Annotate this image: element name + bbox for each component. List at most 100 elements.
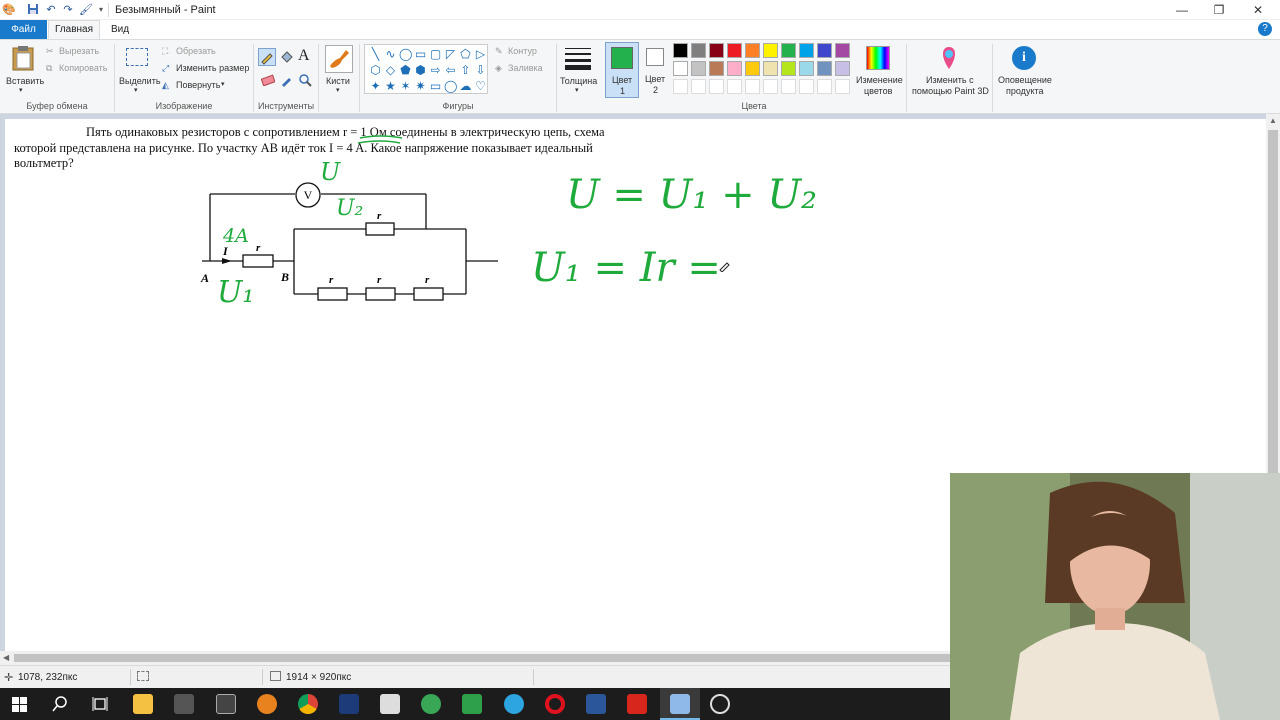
palette-swatch[interactable] [673, 43, 688, 58]
outline-button[interactable]: Контур [508, 46, 537, 56]
palette-swatch[interactable] [745, 79, 760, 94]
shapes-gallery[interactable]: ╲ ∿ ◯ ▭ ▢ ◸ ⬠ ▷ ⬡ ◇ ⬟ ⬢ ⇨ ⇦ ⇧ ⇩ ✦ ★ ✶ ✷ ▭ ◯ ☁ ♡ [364, 44, 488, 94]
tab-view[interactable]: Вид [105, 20, 135, 39]
cat-app-icon[interactable] [257, 694, 277, 714]
color-picker-icon[interactable] [280, 73, 294, 87]
shape-option[interactable]: ⬠ [459, 48, 472, 61]
palette-swatch[interactable] [709, 61, 724, 76]
shape-option[interactable]: ∿ [384, 48, 397, 61]
eraser-icon[interactable] [261, 74, 275, 86]
magnifier-icon[interactable] [298, 73, 312, 87]
undo-icon[interactable]: ↶ [44, 3, 58, 17]
shape-option[interactable]: ◸ [444, 48, 457, 61]
cut-button[interactable]: Вырезать [59, 46, 99, 56]
shape-option[interactable]: ⇦ [444, 64, 457, 77]
vertical-scroll-thumb[interactable] [1268, 130, 1278, 486]
close-button[interactable]: ✕ [1238, 0, 1278, 20]
tab-file[interactable]: Файл [0, 20, 47, 39]
calculator-icon[interactable] [216, 694, 236, 714]
green-app-2-icon[interactable] [462, 694, 482, 714]
palette-swatch[interactable] [727, 61, 742, 76]
acrobat-icon[interactable] [627, 694, 647, 714]
palette-swatch[interactable] [835, 61, 850, 76]
palette-swatch[interactable] [781, 61, 796, 76]
palette-swatch[interactable] [817, 61, 832, 76]
palette-swatch[interactable] [817, 43, 832, 58]
shape-option[interactable]: ◯ [399, 48, 412, 61]
shape-option[interactable]: ★ [384, 80, 397, 93]
save-icon[interactable] [26, 3, 40, 17]
crop-button[interactable]: Обрезать [176, 46, 216, 56]
shape-option[interactable]: ⬟ [399, 64, 412, 77]
minimize-button[interactable]: — [1162, 0, 1202, 20]
customize-icon[interactable]: 🖌 [79, 3, 93, 17]
palette-swatch[interactable] [781, 79, 796, 94]
palette-swatch[interactable] [835, 43, 850, 58]
palette-swatch[interactable] [745, 43, 760, 58]
horizontal-scroll-thumb[interactable] [14, 654, 950, 662]
palette-swatch[interactable] [835, 79, 850, 94]
shape-option[interactable]: ♡ [474, 80, 487, 93]
adobe-app-icon[interactable] [380, 694, 400, 714]
palette-swatch[interactable] [691, 79, 706, 94]
palette-swatch[interactable] [727, 79, 742, 94]
shape-option[interactable]: ⇨ [429, 64, 442, 77]
palette-swatch[interactable] [673, 61, 688, 76]
text-tool-icon[interactable]: A [298, 47, 310, 65]
file-explorer-icon[interactable] [133, 694, 153, 714]
palette-swatch[interactable] [709, 43, 724, 58]
windows-start-icon[interactable] [12, 697, 27, 712]
shape-option[interactable]: ◇ [384, 64, 397, 77]
shape-option[interactable]: ✶ [399, 80, 412, 93]
palette-swatch[interactable] [727, 43, 742, 58]
palette-swatch[interactable] [799, 79, 814, 94]
pencil-tool[interactable] [258, 48, 276, 66]
task-view-icon[interactable] [92, 696, 108, 712]
maximize-button[interactable]: ❐ [1199, 0, 1239, 20]
shape-option[interactable]: ⇩ [474, 64, 487, 77]
palette-swatch[interactable] [763, 43, 778, 58]
color1-button[interactable]: Цвет 1 [605, 42, 639, 98]
opera-icon[interactable] [545, 694, 565, 714]
palette-swatch[interactable] [691, 61, 706, 76]
palette-swatch[interactable] [799, 61, 814, 76]
color-palette[interactable] [673, 43, 858, 97]
shape-option[interactable]: ☁ [459, 80, 472, 93]
shape-option[interactable]: ⬡ [369, 64, 382, 77]
help-icon[interactable]: ? [1258, 22, 1272, 36]
telegram-icon[interactable] [504, 694, 524, 714]
select-button[interactable]: Выделить ▾ [117, 42, 161, 98]
shape-option[interactable]: ╲ [369, 48, 382, 61]
scroll-left-icon[interactable]: ◀ [3, 653, 9, 662]
fill-button[interactable]: Заливка [508, 63, 543, 73]
product-alert-button[interactable]: i Оповещение продукта [995, 42, 1055, 98]
shape-option[interactable]: ✦ [369, 80, 382, 93]
color2-button[interactable]: Цвет 2 [641, 42, 671, 98]
paint3d-button[interactable]: Изменить с помощью Paint 3D [908, 42, 990, 98]
shape-option[interactable]: ✷ [414, 80, 427, 93]
size-button[interactable]: Толщина ▾ [559, 42, 599, 98]
shape-option[interactable]: ▭ [429, 80, 442, 93]
edit-colors-button[interactable]: Изменение цветов [853, 42, 903, 98]
copy-button[interactable]: Копировать [59, 63, 107, 73]
chrome-icon[interactable] [298, 694, 318, 714]
tab-home[interactable]: Главная [48, 20, 100, 39]
paint-taskbar-button[interactable] [660, 688, 700, 720]
paint-app-icon[interactable]: 🎨 [2, 3, 16, 17]
green-app-1-icon[interactable] [421, 694, 441, 714]
brushes-button[interactable]: Кисти ▾ [321, 42, 357, 98]
palette-swatch[interactable] [781, 43, 796, 58]
search-icon[interactable] [52, 696, 68, 712]
obs-icon[interactable] [710, 694, 730, 714]
palette-swatch[interactable] [709, 79, 724, 94]
scroll-up-icon[interactable]: ▲ [1269, 116, 1277, 125]
shape-option[interactable]: ▭ [414, 48, 427, 61]
redo-icon[interactable]: ↷ [61, 3, 75, 17]
palette-swatch[interactable] [691, 43, 706, 58]
palette-swatch[interactable] [763, 61, 778, 76]
shape-option[interactable]: ▷ [474, 48, 487, 61]
shape-option[interactable]: ⬢ [414, 64, 427, 77]
dev-app-icon[interactable] [339, 694, 359, 714]
palette-swatch[interactable] [763, 79, 778, 94]
tools-app-icon[interactable] [174, 694, 194, 714]
